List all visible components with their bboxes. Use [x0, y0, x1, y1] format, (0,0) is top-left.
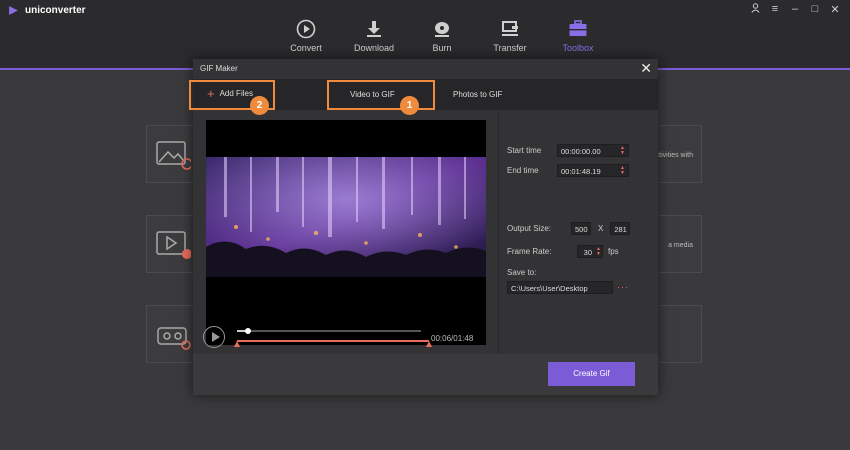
spinner-icon[interactable]: ▲ ▼ [620, 166, 625, 176]
user-icon[interactable] [748, 3, 762, 16]
browse-button[interactable]: ··· [617, 282, 629, 292]
vr-icon [157, 327, 191, 350]
nav-toolbox[interactable]: Toolbox [544, 18, 612, 53]
time-readout: 00:06/01:48 [431, 334, 474, 343]
output-size-row: Output Size: 500 X 281 [507, 222, 631, 235]
maximize-icon[interactable]: □ [808, 3, 822, 16]
end-time-field[interactable]: 00:01:48.19 ▲ ▼ [557, 164, 629, 177]
step-badge-1: 1 [400, 96, 419, 115]
play-icon[interactable] [203, 326, 225, 348]
nav-transfer-label: Transfer [493, 43, 527, 53]
end-time-row: End time 00:01:48.19 ▲ ▼ [507, 164, 629, 177]
nav-transfer[interactable]: Transfer [476, 18, 544, 53]
frame-rate-field[interactable]: 30 ▲ ▼ [577, 245, 603, 258]
nav-burn[interactable]: Burn [408, 18, 476, 53]
download-icon [340, 18, 408, 40]
height-field[interactable]: 281 [610, 222, 631, 235]
playback-controls: 00:06/01:48 [203, 326, 503, 350]
gif-maker-dialog: GIF Maker ✕ + Add Files Video to GIF Pho… [189, 59, 658, 395]
output-size-label: Output Size: [507, 224, 552, 233]
video-preview[interactable] [206, 120, 486, 345]
save-path-field[interactable]: C:\Users\User\Desktop [507, 281, 613, 294]
spinner-icon[interactable]: ▲ ▼ [596, 247, 601, 257]
gif-settings-panel: Start time 00:00:00.00 ▲ ▼ End time 00:01… [507, 59, 647, 359]
transfer-icon [476, 18, 544, 40]
toolbox-icon [544, 18, 612, 40]
image-icon [156, 141, 191, 170]
progress-knob[interactable] [245, 328, 252, 334]
menu-icon[interactable]: ≡ [768, 3, 782, 16]
card-text: ctivities with [655, 152, 693, 159]
spinner-icon[interactable]: ▲ ▼ [620, 146, 625, 156]
step-badge-2: 2 [250, 96, 269, 115]
nav-burn-label: Burn [432, 43, 452, 53]
nav-download-label: Download [353, 43, 395, 53]
window-close-icon[interactable]: ✕ [828, 3, 842, 16]
size-separator: X [598, 224, 604, 233]
nav-download[interactable]: Download [340, 18, 408, 53]
convert-icon [272, 18, 340, 40]
card-text: a media [668, 242, 693, 249]
panel-divider [498, 110, 499, 354]
start-time-label: Start time [507, 146, 542, 155]
app-logo-icon [9, 6, 18, 15]
start-time-field[interactable]: 00:00:00.00 ▲ ▼ [557, 144, 629, 157]
window-controls: ≡ – □ ✕ [748, 3, 842, 16]
minimize-icon[interactable]: – [788, 3, 802, 16]
main-nav: Convert Download Burn Transfer Toolbox [272, 18, 612, 53]
width-field[interactable]: 500 [571, 222, 591, 235]
save-to-label: Save to: [507, 268, 537, 277]
nav-convert-label: Convert [290, 43, 322, 53]
nav-convert[interactable]: Convert [272, 18, 340, 53]
fps-label: fps [608, 247, 619, 256]
create-gif-button[interactable]: Create Gif [548, 362, 635, 386]
video-frame-image [206, 157, 486, 277]
tab-photos-to-gif[interactable]: Photos to GIF [453, 90, 502, 99]
video-icon [156, 231, 191, 259]
frame-rate-value: 30 [583, 248, 592, 257]
start-time-row: Start time 00:00:00.00 ▲ ▼ [507, 144, 629, 157]
app-brand: uniconverter [8, 5, 86, 16]
end-time-value: 00:01:48.19 [561, 167, 601, 176]
frame-rate-label: Frame Rate: [507, 247, 552, 256]
progress-slider[interactable] [237, 328, 421, 334]
trim-start-handle[interactable] [234, 341, 240, 347]
nav-toolbox-label: Toolbox [562, 43, 594, 53]
end-time-label: End time [507, 166, 539, 175]
app-name: uniconverter [25, 5, 86, 16]
frame-rate-row: Frame Rate: 30 ▲ ▼ fps [507, 245, 619, 258]
trim-range[interactable] [234, 340, 432, 347]
start-time-value: 00:00:00.00 [561, 147, 601, 156]
burn-icon [408, 18, 476, 40]
dialog-title: GIF Maker [200, 64, 238, 73]
